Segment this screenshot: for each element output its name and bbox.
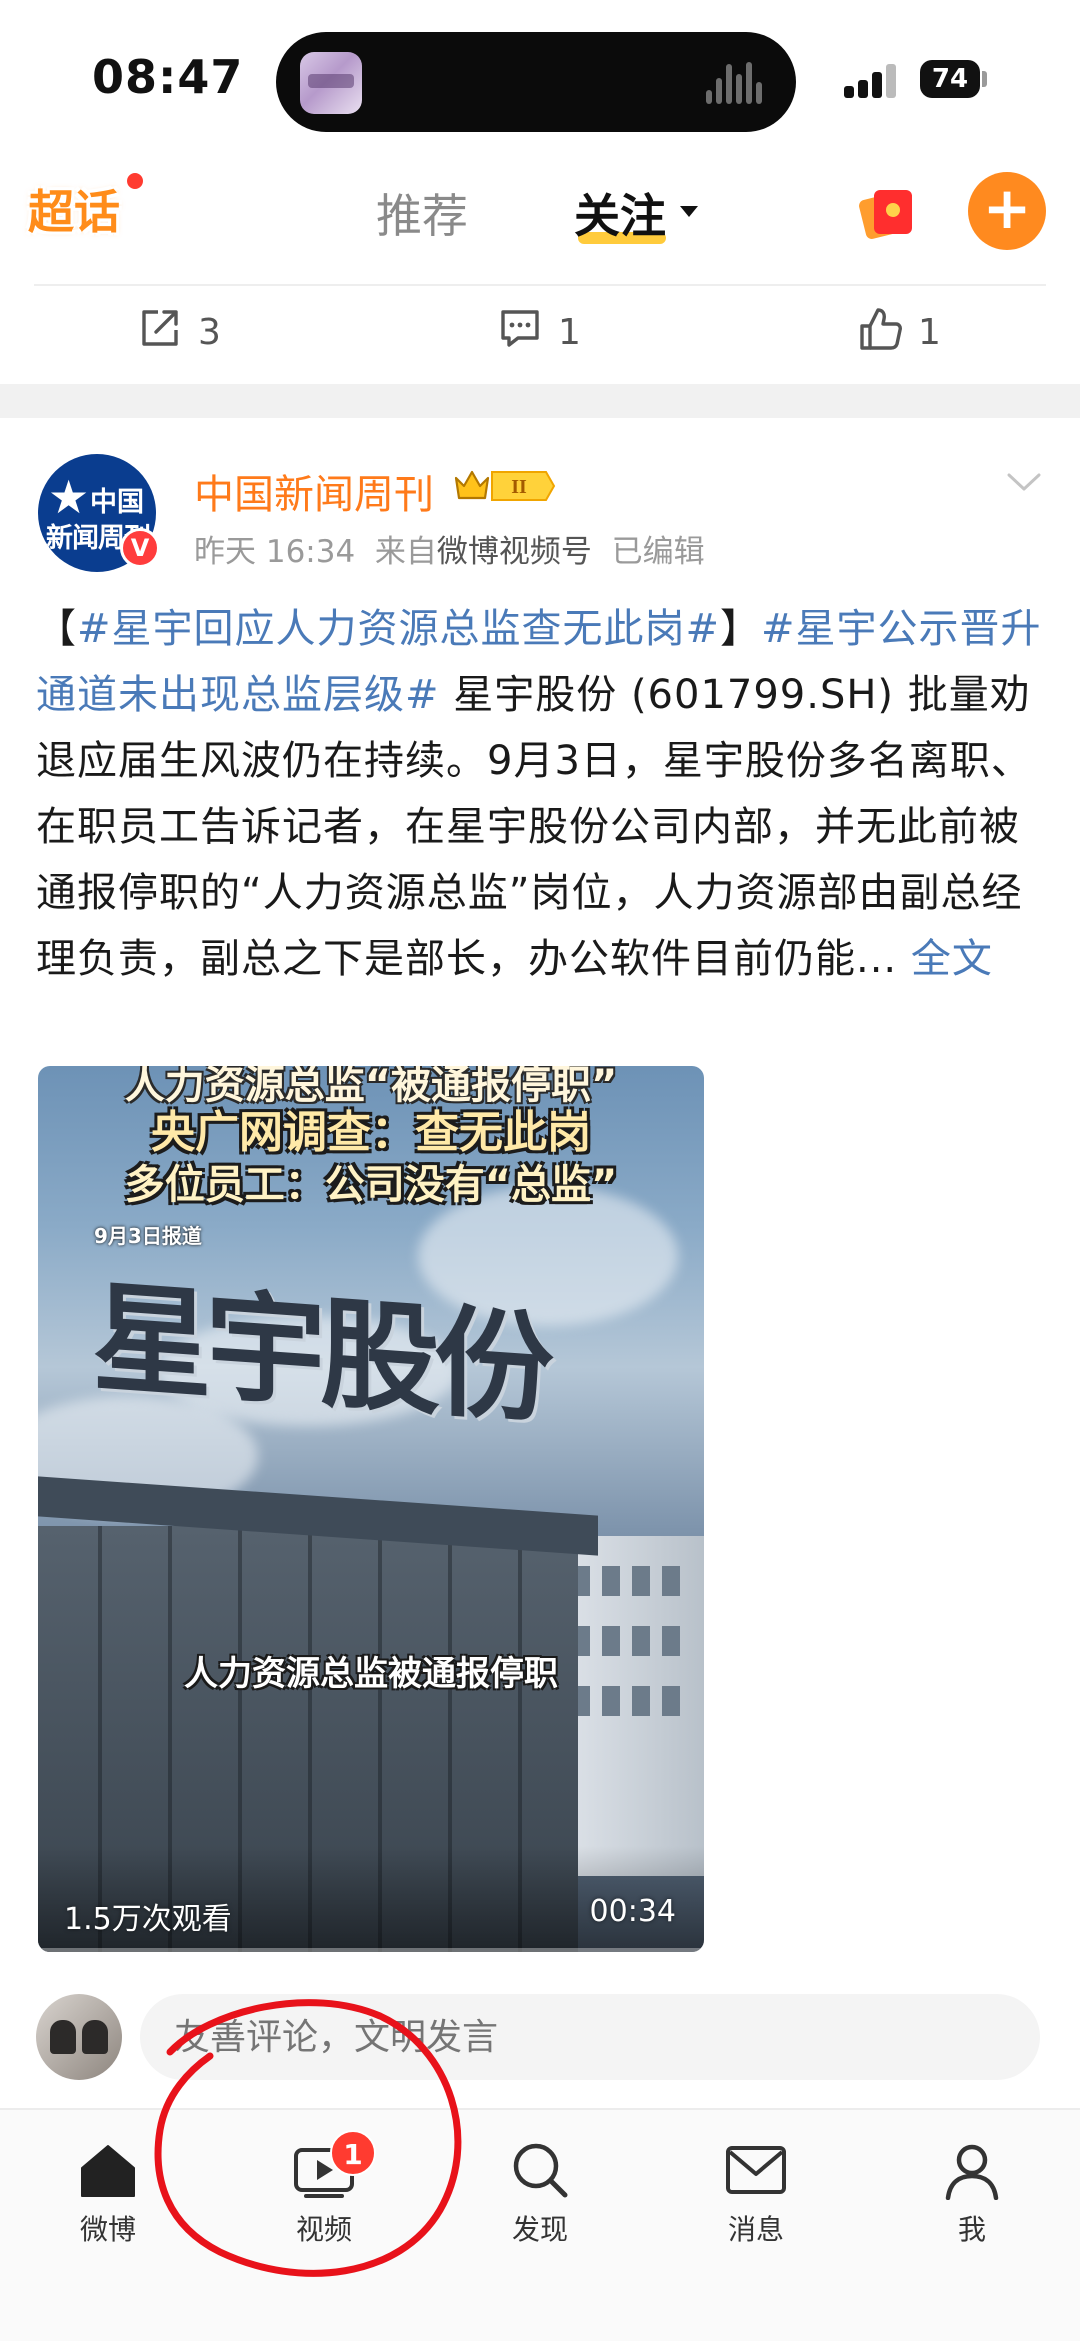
chevron-down-icon[interactable] — [680, 206, 698, 217]
comment-icon — [501, 310, 539, 347]
like-count: 1 — [918, 312, 941, 353]
bottom-tab-bar: 微博 1 视频 发现 消息 我 — [0, 2108, 1080, 2341]
post-from-prefix: 来自 — [374, 534, 437, 570]
home-icon — [81, 2145, 135, 2197]
bracket-open: 【 — [36, 606, 77, 652]
avatar-logo-text: 中国 — [90, 487, 144, 518]
chevron-down-icon[interactable] — [1006, 470, 1042, 494]
building-image — [558, 1536, 704, 1876]
hashtag-link[interactable]: #星宇回应人力资源总监查无此岗# — [77, 606, 720, 652]
search-icon — [513, 2143, 568, 2198]
video-subtitle: 人力资源总监被通报停职 — [184, 1654, 558, 1694]
vip-level-text: II — [511, 476, 527, 498]
nav-label: 发现 — [511, 2213, 568, 2246]
nav-me[interactable]: 我 — [912, 2140, 1032, 2260]
author-name[interactable]: 中国新闻周刊 — [194, 462, 434, 520]
company-sign: 星宇股份 — [92, 1269, 548, 1440]
tab-recommend[interactable]: 推荐 — [376, 180, 468, 246]
tab-follow[interactable]: 关注 — [574, 180, 666, 246]
post-text: 星宇股份 (601799.SH) 批量劝退应届生风波仍在持续。9月3日，星宇股份… — [36, 672, 1032, 982]
video-caption-3: 多位员工：公司没有“总监” — [124, 1162, 618, 1208]
post-source[interactable]: 微博视频号 — [437, 534, 592, 570]
user-profile-icon — [945, 2144, 999, 2200]
status-bar: 08:47 74 — [0, 0, 1080, 150]
dynamic-island[interactable] — [276, 32, 796, 132]
prev-post-action-bar: 3 1 1 — [0, 290, 1080, 378]
nav-label: 视频 — [295, 2213, 352, 2246]
red-envelope-icon[interactable] — [858, 182, 918, 242]
video-progress-bar — [38, 1948, 704, 1952]
audio-wave-icon — [706, 62, 766, 104]
post-edited[interactable]: 已编辑 — [612, 534, 705, 570]
cellular-signal-icon — [844, 62, 900, 98]
nav-label: 消息 — [727, 2213, 784, 2246]
feed-separator — [0, 384, 1080, 418]
repost-count: 3 — [198, 312, 221, 353]
battery-cap — [982, 71, 987, 87]
video-caption-2: 央广网调查：查无此岗 — [151, 1107, 591, 1158]
post-meta: 昨天 16:34 来自微博视频号 已编辑 — [194, 526, 705, 571]
video-view-count: 1.5万次观看 — [64, 1902, 232, 1937]
comment-input[interactable] — [140, 1994, 1040, 2080]
video-date-label: 9月3日报道 — [94, 1224, 202, 1248]
full-text-link[interactable]: 全文 — [911, 936, 993, 982]
divider — [34, 284, 1046, 286]
nav-video[interactable]: 1 视频 — [264, 2130, 384, 2260]
nav-home[interactable]: 微博 — [48, 2140, 168, 2260]
notification-dot — [124, 170, 146, 192]
repost-icon — [142, 310, 178, 346]
chaohua-button[interactable]: 超话 — [28, 176, 120, 242]
nav-message[interactable]: 消息 — [696, 2140, 816, 2260]
vip-crown-badge[interactable]: II — [452, 466, 556, 506]
post-body: 【#星宇回应人力资源总监查无此岗#】#星宇公示晋升通道未出现总监层级# 星宇股份… — [36, 596, 1046, 992]
top-nav: 超话 推荐 关注 + — [0, 150, 1080, 270]
user-avatar[interactable] — [36, 1994, 122, 2080]
video-badge: 1 — [330, 2130, 376, 2176]
thumbs-up-icon — [860, 308, 902, 350]
comment-count: 1 — [558, 312, 581, 353]
nav-label: 微博 — [79, 2213, 136, 2246]
battery-indicator: 74 — [920, 60, 980, 98]
compose-plus-button[interactable]: + — [968, 172, 1046, 250]
bracket-close: 】 — [720, 606, 762, 652]
video-duration: 00:34 — [589, 1894, 676, 1929]
mail-icon — [726, 2146, 786, 2194]
now-playing-artwork — [300, 52, 362, 114]
post-time: 昨天 16:34 — [194, 534, 356, 570]
status-time: 08:47 — [92, 50, 244, 104]
verified-badge: V — [120, 528, 160, 568]
video-player[interactable]: 星宇股份 人力资源总监“被通报停职” 央广网调查：查无此岗 多位员工：公司没有“… — [38, 1066, 704, 1952]
nav-label: 我 — [957, 2213, 986, 2246]
nav-discover[interactable]: 发现 — [480, 2140, 600, 2260]
